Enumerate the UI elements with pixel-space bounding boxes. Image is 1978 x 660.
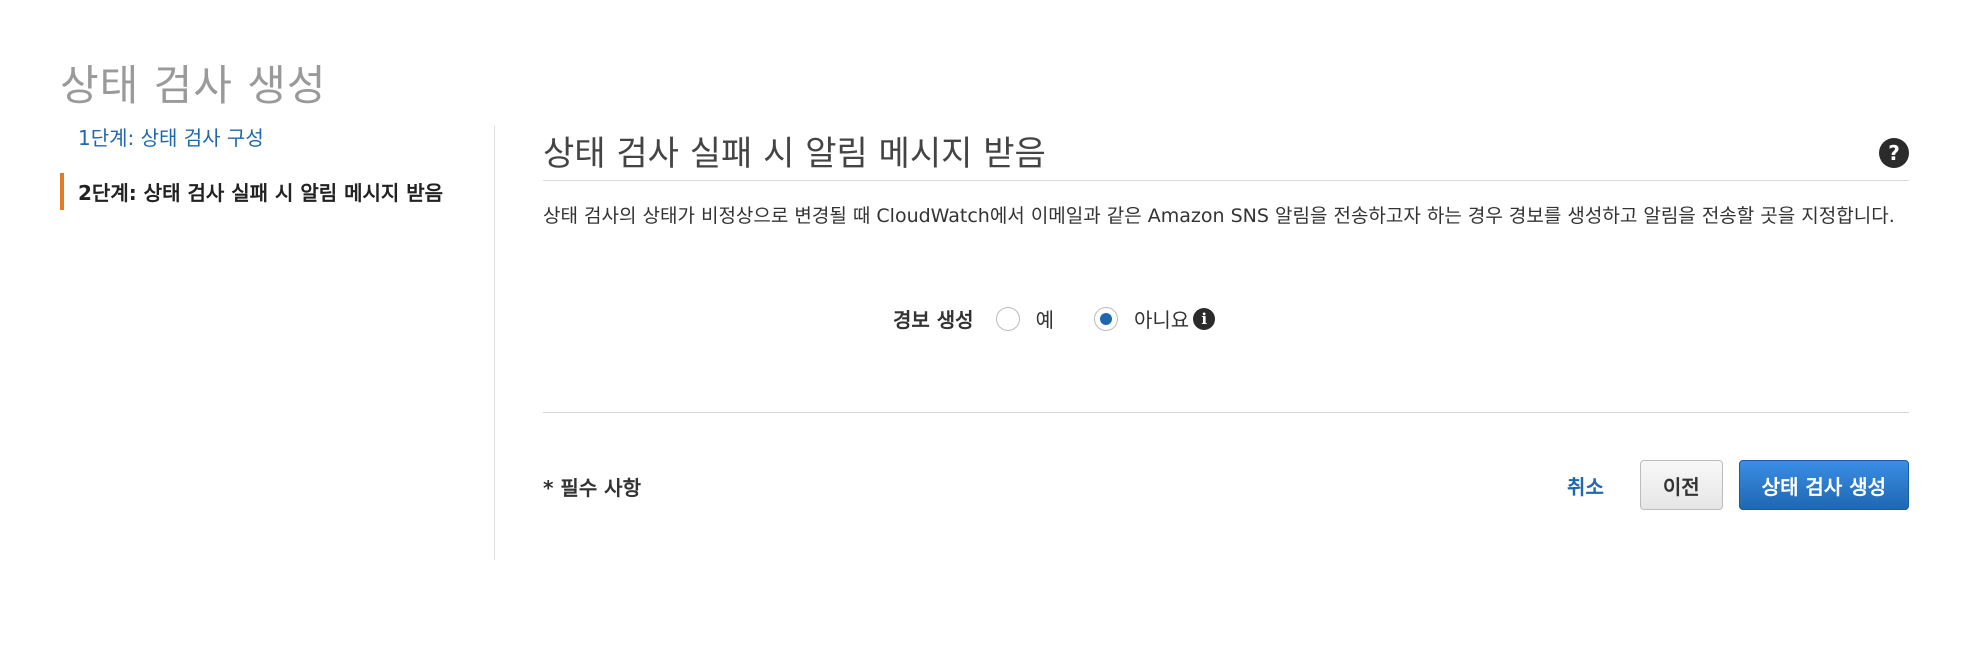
alarm-yes-radio[interactable] xyxy=(995,306,1020,331)
step-2-current: 2단계: 상태 검사 실패 시 알림 메시지 받음 xyxy=(60,173,490,210)
cancel-button[interactable]: 취소 xyxy=(1567,471,1604,500)
alarm-yes-label[interactable]: 예 xyxy=(1036,304,1054,333)
section-title: 상태 검사 실패 시 알림 메시지 받음 xyxy=(543,134,1046,174)
info-icon[interactable]: i xyxy=(1193,307,1216,330)
horizontal-divider xyxy=(543,412,1909,413)
help-icon[interactable]: ? xyxy=(1879,138,1909,168)
previous-button[interactable]: 이전 xyxy=(1639,460,1723,510)
section-description: 상태 검사의 상태가 비정상으로 변경될 때 CloudWatch에서 이메일과… xyxy=(543,205,1895,227)
action-buttons: 취소 이전 상태 검사 생성 xyxy=(1567,460,1909,510)
step-1-link[interactable]: 1단계: 상태 검사 구성 xyxy=(60,118,490,155)
create-alarm-field: 경보 생성 예 아니요 i xyxy=(893,304,1216,333)
create-alarm-label: 경보 생성 xyxy=(893,308,974,332)
vertical-divider xyxy=(494,126,495,560)
alarm-no-radio[interactable] xyxy=(1093,306,1118,331)
page-title: 상태 검사 생성 xyxy=(60,61,327,111)
required-note: * 필수 사항 xyxy=(543,476,641,500)
steps-nav: 1단계: 상태 검사 구성 2단계: 상태 검사 실패 시 알림 메시지 받음 xyxy=(60,118,490,228)
create-health-check-button[interactable]: 상태 검사 생성 xyxy=(1738,460,1909,510)
alarm-no-label[interactable]: 아니요 xyxy=(1134,304,1189,333)
main-content: 상태 검사 실패 시 알림 메시지 받음 ? 상태 검사의 상태가 비정상으로 … xyxy=(543,126,1909,510)
section-header: 상태 검사 실패 시 알림 메시지 받음 ? xyxy=(543,126,1909,181)
